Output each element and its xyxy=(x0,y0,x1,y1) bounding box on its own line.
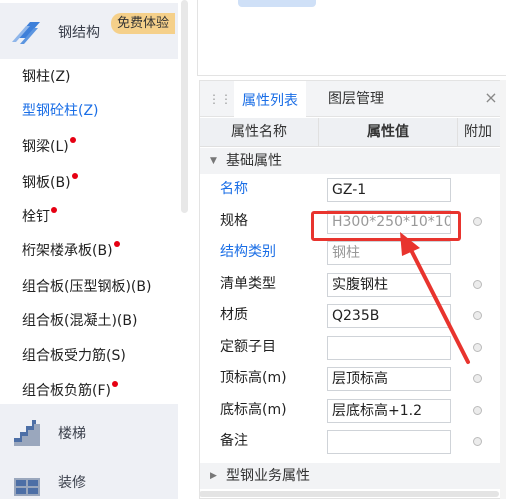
collapse-triangle-icon[interactable]: ▼ xyxy=(210,148,217,174)
panel-scrollbar[interactable] xyxy=(500,80,506,499)
additional-radio[interactable] xyxy=(473,279,482,289)
sidebar-item-label: 钢板(B) xyxy=(22,175,71,191)
new-indicator-dot xyxy=(69,137,76,143)
category-steel-label: 钢结构 xyxy=(58,25,100,41)
sidebar-item-label: 组合板(压型钢板)(B) xyxy=(22,279,152,295)
property-row: 结构类别 钢柱 xyxy=(200,237,505,268)
property-row: 定额子目 xyxy=(200,332,505,363)
group-steel-business-properties[interactable]: ▶ 型钢业务属性 xyxy=(200,463,505,489)
sidebar-item-label: 钢柱(Z) xyxy=(22,69,71,85)
additional-radio[interactable] xyxy=(473,311,482,320)
property-table-header: 属性名称 属性值 附加 xyxy=(200,118,505,147)
property-row: 顶标高(m) 层顶标高 xyxy=(200,363,505,394)
sidebar-item[interactable]: 钢板(B) xyxy=(22,172,78,192)
tab-layer-management[interactable]: 图层管理 xyxy=(320,81,392,117)
additional-radio[interactable] xyxy=(473,342,482,352)
decoration-icon xyxy=(14,478,40,496)
property-name: 备注 xyxy=(220,433,248,449)
property-name: 材质 xyxy=(220,307,248,323)
sidebar-item[interactable]: 桁架楼承板(B) xyxy=(22,240,120,260)
additional-radio[interactable] xyxy=(473,374,482,383)
property-name: 顶标高(m) xyxy=(220,370,287,386)
category-stair-label: 楼梯 xyxy=(58,426,86,442)
new-indicator-dot xyxy=(111,381,118,387)
additional-radio[interactable] xyxy=(473,405,482,415)
property-name: 定额子目 xyxy=(220,338,276,355)
sidebar-item[interactable]: 钢柱(Z) xyxy=(22,66,71,86)
property-name: 规格 xyxy=(220,212,248,229)
sidebar-item-label: 组合板负筋(F) xyxy=(22,383,111,399)
sidebar-item[interactable]: 组合板受力筋(S) xyxy=(22,345,126,365)
sidebar-item-label: 组合板受力筋(S) xyxy=(22,348,126,364)
additional-radio[interactable] xyxy=(473,437,482,446)
column-header-additional: 附加 xyxy=(464,124,492,140)
sidebar-item[interactable]: 栓钉 xyxy=(22,206,57,226)
property-value-field[interactable]: 实腹钢柱 xyxy=(327,272,451,297)
group-basic-properties[interactable]: ▼ 基础属性 xyxy=(200,148,505,174)
property-name[interactable]: 名称 xyxy=(220,174,248,205)
additional-radio[interactable] xyxy=(473,216,482,226)
property-value-field[interactable]: 钢柱 xyxy=(327,241,451,265)
category-stair[interactable]: 楼梯 xyxy=(0,404,178,460)
sidebar-item-label: 钢梁(L) xyxy=(22,139,69,155)
property-value-field[interactable]: 层底标高+1.2 xyxy=(327,398,451,423)
new-indicator-dot xyxy=(51,207,57,213)
category-decoration[interactable]: 装修 xyxy=(0,460,178,499)
steel-beam-icon xyxy=(12,22,40,44)
sidebar-item[interactable]: 钢梁(L) xyxy=(22,136,76,156)
sidebar-item-label: 型钢砼柱(Z) xyxy=(22,103,99,119)
sidebar-scrollbar[interactable] xyxy=(181,0,188,213)
property-panel: ⋮⋮ 属性列表 图层管理 × 属性名称 属性值 附加 ▼ 基础属性 名称 GZ-1… xyxy=(199,80,506,499)
column-header-value: 属性值 xyxy=(318,118,458,147)
property-value-field[interactable]: 层顶标高 xyxy=(327,367,451,391)
group-biz-label: 型钢业务属性 xyxy=(226,468,310,484)
sidebar-item[interactable]: 型钢砼柱(Z) xyxy=(22,100,99,120)
property-value-field[interactable] xyxy=(327,335,451,360)
sidebar-item-label: 组合板(混凝土)(B) xyxy=(22,313,138,329)
property-value-field[interactable]: GZ-1 xyxy=(327,178,451,202)
stair-icon xyxy=(14,420,40,446)
drag-handle-icon[interactable]: ⋮⋮ xyxy=(208,91,232,107)
category-decoration-label: 装修 xyxy=(58,475,86,491)
sidebar-item-label: 栓钉 xyxy=(22,209,50,225)
canvas-area[interactable] xyxy=(197,0,506,76)
group-basic-label: 基础属性 xyxy=(226,153,282,169)
property-row: 备注 xyxy=(200,426,505,457)
property-row: 名称 GZ-1 xyxy=(200,174,505,205)
new-indicator-dot xyxy=(71,173,78,179)
property-name: 清单类型 xyxy=(220,275,276,292)
spec-highlight-box xyxy=(311,211,461,241)
new-indicator-dot xyxy=(113,241,120,247)
property-row: 材质 Q235B xyxy=(200,300,505,331)
property-name[interactable]: 结构类别 xyxy=(220,237,276,268)
property-value-field[interactable] xyxy=(327,430,451,454)
panel-horizontal-scrollbar[interactable] xyxy=(199,491,499,497)
selection-strip xyxy=(238,0,316,7)
sidebar-item[interactable]: 组合板(混凝土)(B) xyxy=(22,310,137,330)
tab-property-list[interactable]: 属性列表 xyxy=(234,81,306,117)
component-sidebar: 钢结构 免费体验 钢柱(Z) 型钢砼柱(Z) 钢梁(L) 钢板(B) 栓钉桁架楼承板(B… xyxy=(0,0,188,499)
close-icon[interactable]: × xyxy=(483,90,499,106)
category-steel-structure[interactable]: 钢结构 免费体验 xyxy=(0,3,178,59)
panel-tabs: ⋮⋮ 属性列表 图层管理 × xyxy=(200,81,505,117)
free-trial-badge: 免费体验 xyxy=(111,13,176,34)
sidebar-item-label: 桁架楼承板(B) xyxy=(22,243,113,259)
property-row: 清单类型 实腹钢柱 xyxy=(200,269,505,300)
sidebar-item[interactable]: 组合板(压型钢板)(B) xyxy=(22,276,151,296)
property-value-field[interactable]: Q235B xyxy=(327,304,451,328)
property-row: 底标高(m) 层底标高+1.2 xyxy=(200,395,505,426)
sidebar-item[interactable]: 组合板负筋(F) xyxy=(22,380,118,400)
property-name: 底标高(m) xyxy=(220,401,287,418)
column-header-name: 属性名称 xyxy=(231,124,287,140)
expand-triangle-icon[interactable]: ▶ xyxy=(210,463,217,489)
